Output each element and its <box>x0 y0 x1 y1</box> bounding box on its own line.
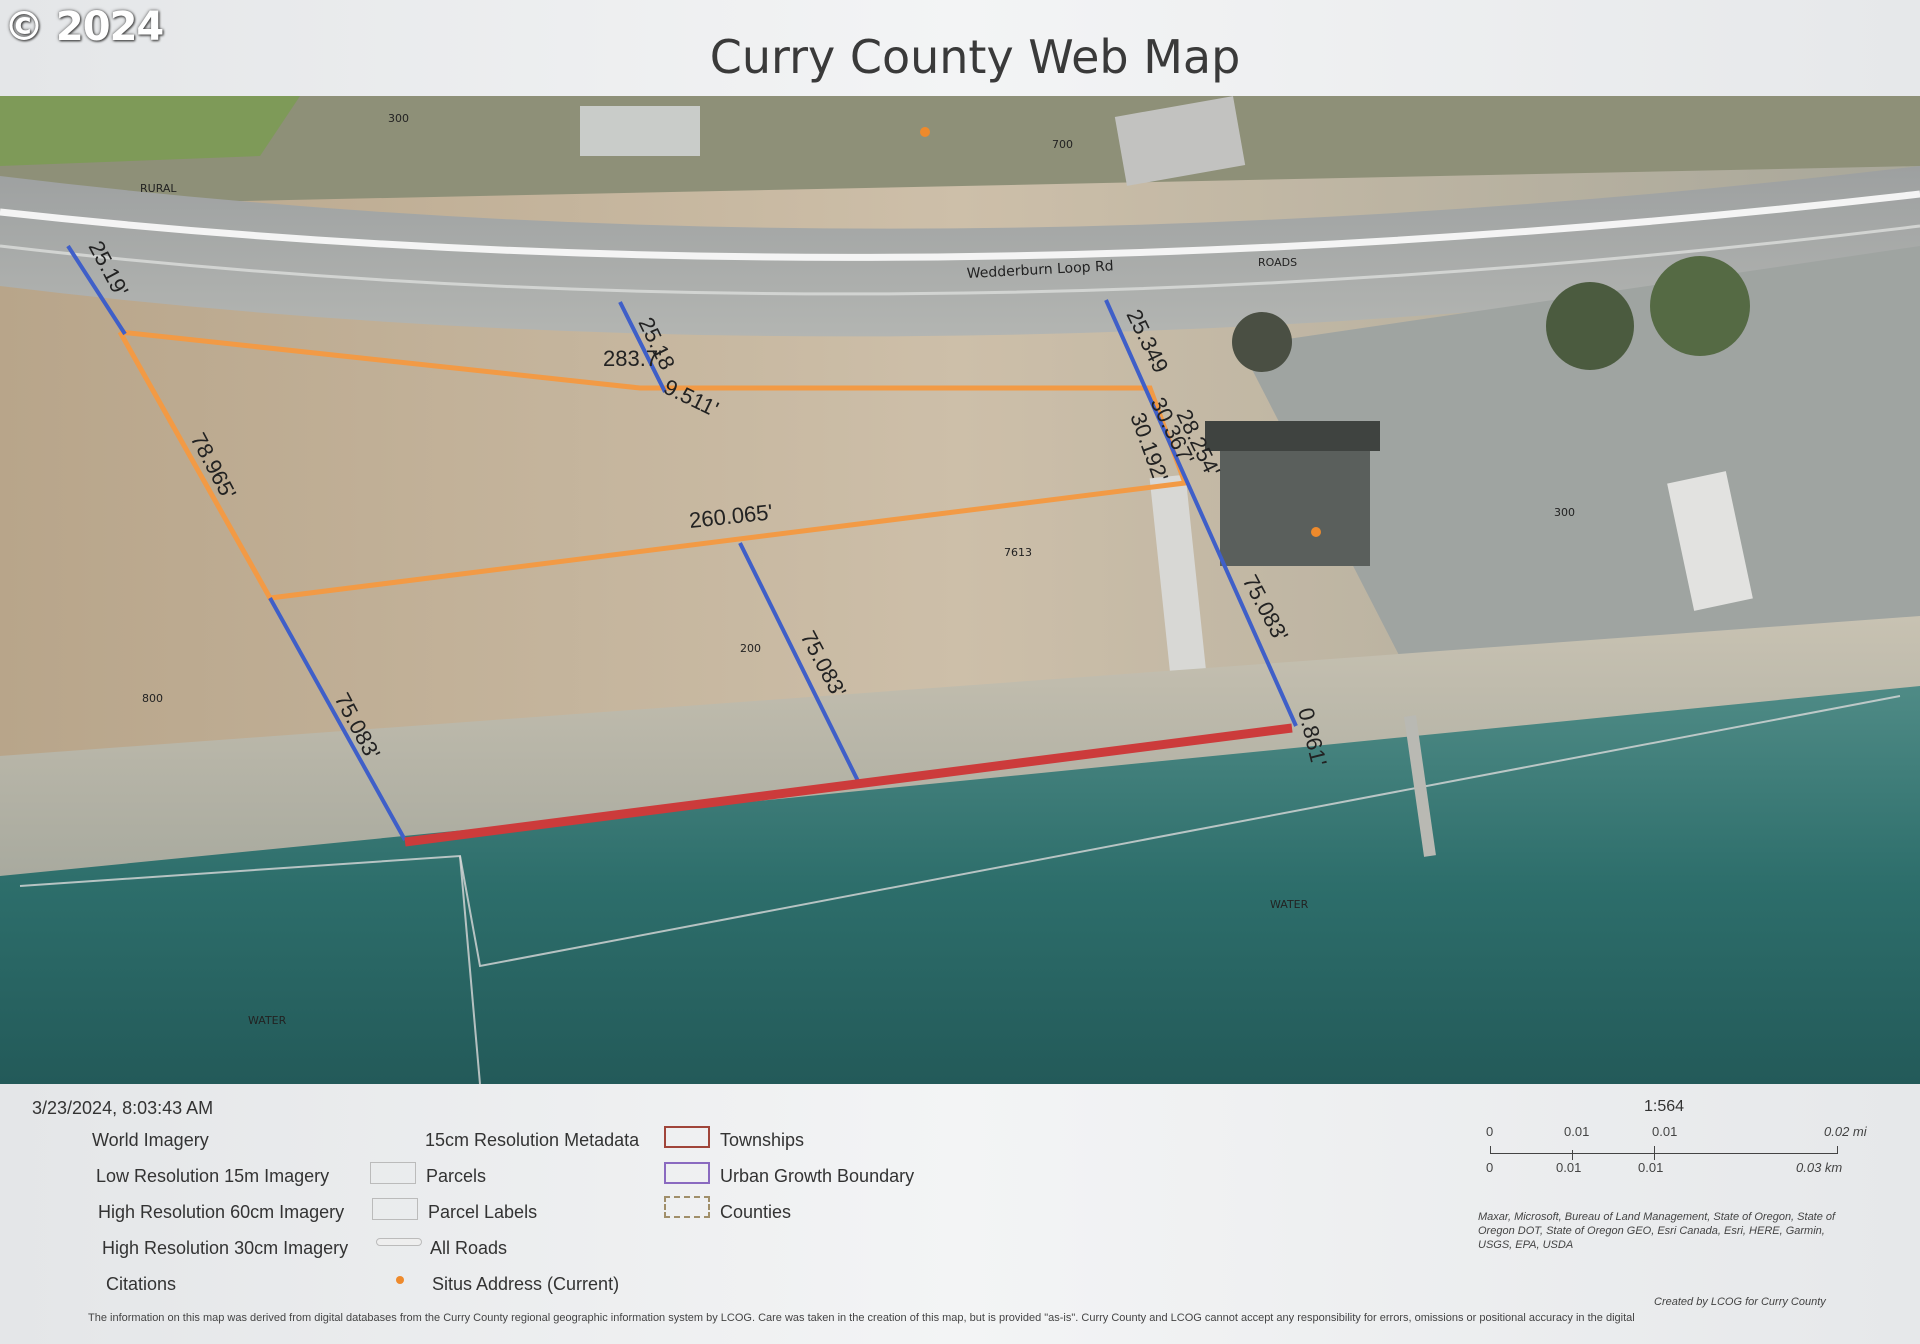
legend-item: World Imagery <box>92 1130 209 1150</box>
situs-address-dot[interactable] <box>1311 527 1321 537</box>
parcel-labels-swatch <box>372 1198 418 1220</box>
house-roof-edge <box>1205 421 1380 451</box>
scale-tick-label: 0.01 <box>1638 1160 1664 1175</box>
situs-address-swatch <box>396 1276 404 1284</box>
scale-tick-label: 0.02 mi <box>1824 1124 1867 1139</box>
legend-item: Parcels <box>426 1166 487 1186</box>
map-disclaimer: The information on this map was derived … <box>88 1312 1635 1324</box>
legend-item: Low Resolution 15m Imagery <box>96 1166 330 1186</box>
scale-bar-tick <box>1654 1146 1655 1160</box>
ugb-swatch <box>664 1162 710 1184</box>
map-legend-footer: 3/23/2024, 8:03:43 AM World Imagery Low … <box>0 1084 1920 1344</box>
print-timestamp: 3/23/2024, 8:03:43 AM <box>32 1098 214 1118</box>
water-label: WATER <box>248 1014 287 1027</box>
water-label: WATER <box>1270 898 1309 911</box>
legend-item: Citations <box>106 1274 177 1294</box>
roads-label: ROADS <box>1258 256 1297 269</box>
counties-swatch <box>664 1196 710 1218</box>
legend-item: Townships <box>720 1130 805 1150</box>
building <box>580 106 700 156</box>
tree <box>1650 256 1750 356</box>
scale-tick-label: 0.01 <box>1564 1124 1590 1139</box>
created-by-credit: Created by LCOG for Curry County <box>1654 1296 1826 1308</box>
scale-bar <box>1490 1146 1838 1154</box>
legend-item: Situs Address (Current) <box>432 1274 620 1294</box>
parcel-number-label: 800 <box>142 692 163 705</box>
scale-tick-label: 0.03 km <box>1796 1160 1843 1175</box>
legend-item: 15cm Resolution Metadata <box>425 1130 640 1150</box>
green-field <box>0 96 300 166</box>
legend-item: All Roads <box>430 1238 508 1258</box>
tree <box>1232 312 1292 372</box>
scale-ratio: 1:564 <box>1644 1098 1685 1115</box>
map-attribution: Maxar, Microsoft, Bureau of Land Managem… <box>1478 1211 1836 1251</box>
legend-item: High Resolution 60cm Imagery <box>98 1202 345 1222</box>
scale-tick-label: 0 <box>1486 1124 1494 1139</box>
parcels-swatch <box>370 1162 416 1184</box>
screen-photo: © 2024 Curry County Web Map Wedderburn L… <box>0 0 1920 1344</box>
tree <box>1546 282 1634 370</box>
aerial-map[interactable]: Wedderburn Loop Rd ROADS RURAL WATER WAT… <box>0 96 1920 1084</box>
townships-swatch <box>664 1126 710 1148</box>
legend-item: Parcel Labels <box>428 1202 538 1222</box>
legend-item: Counties <box>720 1202 792 1222</box>
scale-tick-label: 0.01 <box>1652 1124 1678 1139</box>
scale-tick-label: 0 <box>1486 1160 1494 1175</box>
house-roof <box>1220 436 1370 566</box>
parcel-number-label: 300 <box>388 112 409 125</box>
map-view[interactable]: Wedderburn Loop Rd ROADS RURAL WATER WAT… <box>0 96 1920 1084</box>
scale-bar-tick <box>1572 1150 1573 1160</box>
situs-address-dot[interactable] <box>920 127 930 137</box>
page-title: Curry County Web Map <box>709 30 1241 84</box>
scale-tick-label: 0.01 <box>1556 1160 1582 1175</box>
legend-item: High Resolution 30cm Imagery <box>102 1238 349 1258</box>
all-roads-swatch <box>376 1238 422 1246</box>
parcel-number-label: 200 <box>740 642 761 655</box>
rural-label: RURAL <box>140 182 177 195</box>
parcel-code-label: 7613 <box>1004 546 1032 559</box>
parcel-number-label: 300 <box>1554 506 1575 519</box>
parcel-number-label: 700 <box>1052 138 1073 151</box>
legend-item: Urban Growth Boundary <box>720 1166 915 1186</box>
